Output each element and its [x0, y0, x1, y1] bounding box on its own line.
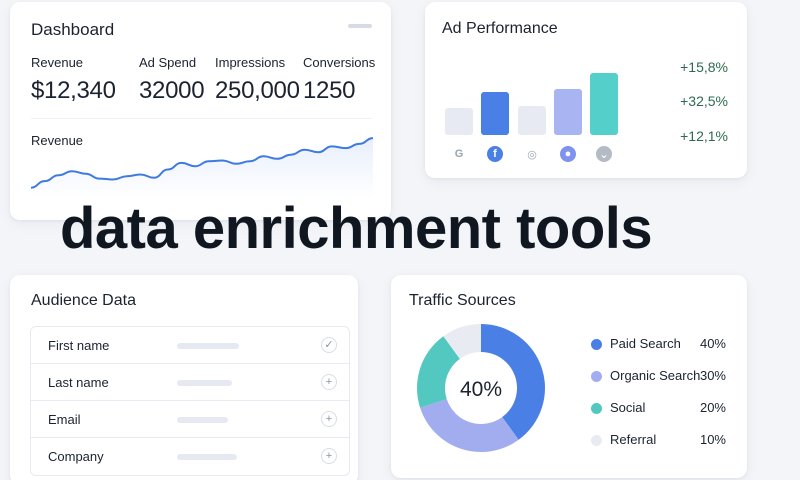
- legend-label: Organic Search: [610, 368, 701, 383]
- metric-value: 250,000: [215, 77, 300, 104]
- metric-revenue: Revenue $12,340: [31, 55, 116, 105]
- metric-value: 1250: [303, 77, 356, 104]
- metric-conversions: Conversions 1250: [303, 55, 375, 105]
- audience-row: First name ✓: [31, 327, 349, 364]
- audience-row: Company +: [31, 438, 349, 475]
- metric-label: Revenue: [31, 55, 84, 70]
- legend-value: 30%: [699, 368, 726, 383]
- meta-icon: ●: [560, 146, 576, 162]
- metric-label: Impressions: [215, 55, 286, 70]
- legend-value: 20%: [699, 400, 726, 415]
- revenue-area: [31, 138, 373, 198]
- metric-label: Conversions: [303, 55, 376, 70]
- plus-icon[interactable]: +: [321, 374, 337, 390]
- metric-ad-spend: Ad Spend 32000: [139, 55, 205, 105]
- legend-dot: [591, 371, 602, 382]
- headline-text: data enrichment tools: [60, 196, 653, 261]
- traffic-sources-card: Traffic Sources 40% Paid Search 40% Organi…: [391, 275, 747, 478]
- audience-title: Audience Data: [31, 292, 136, 309]
- plus-icon[interactable]: +: [321, 448, 337, 464]
- audience-field-label: First name: [48, 338, 110, 353]
- facebook-icon: f: [487, 146, 503, 162]
- metric-value: 32000: [139, 77, 205, 104]
- divider: [31, 118, 372, 119]
- google-icon: G: [454, 148, 464, 160]
- legend-label: Social: [610, 400, 646, 415]
- metric-impressions: Impressions 250,000: [215, 55, 300, 105]
- audience-table: First name ✓ Last name + Email + Company +: [30, 326, 350, 476]
- donut-slice: [420, 399, 519, 452]
- placeholder-bar: [177, 417, 228, 423]
- ad-performance-title: Ad Performance: [442, 20, 558, 37]
- change-value: +15,8%: [680, 59, 728, 75]
- plus-icon[interactable]: +: [321, 411, 337, 427]
- ad-performance-card: Ad Performance Gf ◎ ● ⌄ +15,8% +32,5% +12,1…: [425, 2, 747, 178]
- check-icon[interactable]: ✓: [321, 337, 337, 353]
- legend-value: 10%: [699, 432, 726, 447]
- traffic-donut-chart: 40%: [417, 324, 545, 452]
- placeholder-bar: [177, 454, 237, 460]
- metric-label: Ad Spend: [139, 55, 197, 70]
- change-value: +32,5%: [680, 93, 728, 109]
- change-value: +12,1%: [680, 128, 728, 144]
- legend-dot: [591, 403, 602, 414]
- audience-data-card: Audience Data First name ✓ Last name + Email…: [10, 275, 358, 480]
- legend-value: 40%: [699, 336, 726, 351]
- ad-bar: [518, 106, 546, 135]
- audience-row: Last name +: [31, 364, 349, 401]
- legend-dot: [591, 339, 602, 350]
- revenue-line-chart: [30, 137, 374, 198]
- ad-bar: [590, 73, 618, 135]
- audience-row: Email +: [31, 401, 349, 438]
- ad-bar: [554, 89, 582, 135]
- placeholder-bar: [177, 343, 239, 349]
- donut-center-label: 40%: [460, 378, 502, 401]
- dashboard-title: Dashboard: [31, 20, 115, 39]
- audience-field-label: Email: [48, 412, 81, 427]
- audience-field-label: Company: [48, 449, 104, 464]
- metric-value: $12,340: [31, 77, 116, 104]
- placeholder-bar: [177, 380, 232, 386]
- traffic-title: Traffic Sources: [409, 292, 516, 309]
- legend-label: Referral: [610, 432, 657, 447]
- ad-bar: [445, 108, 473, 135]
- minimize-icon[interactable]: [348, 24, 372, 28]
- legend-label: Paid Search: [610, 336, 681, 351]
- audience-field-label: Last name: [48, 375, 109, 390]
- ad-bar: [481, 92, 509, 135]
- instagram-icon: ◎: [527, 148, 537, 161]
- legend-dot: [591, 435, 602, 446]
- message-icon: ⌄: [596, 146, 612, 162]
- dashboard-card: Dashboard Revenue $12,340 Ad Spend 32000…: [10, 2, 391, 220]
